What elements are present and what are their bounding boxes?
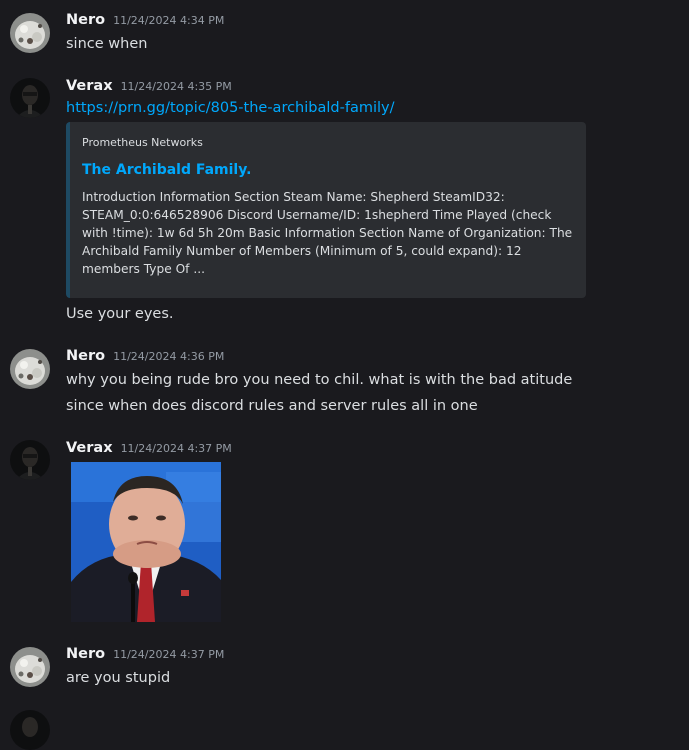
message-header: Nero 11/24/2024 4:36 PM xyxy=(66,348,224,368)
message-text: since when xyxy=(66,36,148,52)
timestamp: 11/24/2024 4:37 PM xyxy=(120,442,232,455)
message-text: Use your eyes. xyxy=(66,306,174,322)
message-text: why you being rude bro you need to chil.… xyxy=(66,372,573,388)
username[interactable]: Nero xyxy=(66,12,105,28)
avatar[interactable] xyxy=(10,78,50,118)
image-attachment[interactable] xyxy=(71,462,221,622)
avatar[interactable] xyxy=(10,440,50,480)
username[interactable]: Verax xyxy=(66,440,113,456)
message-header: Nero 11/24/2024 4:34 PM xyxy=(66,12,224,32)
username[interactable]: Nero xyxy=(66,348,105,364)
embed-title[interactable]: The Archibald Family. xyxy=(82,161,574,179)
avatar[interactable] xyxy=(10,13,50,53)
message-text: are you stupid xyxy=(66,670,171,686)
avatar[interactable] xyxy=(10,710,50,750)
username[interactable]: Nero xyxy=(66,646,105,662)
topic-link[interactable]: https://prn.gg/topic/805-the-archibald-f… xyxy=(66,100,394,116)
timestamp: 11/24/2024 4:36 PM xyxy=(113,350,225,363)
message-header: Nero 11/24/2024 4:37 PM xyxy=(66,646,224,666)
timestamp: 11/24/2024 4:34 PM xyxy=(113,14,225,27)
username[interactable]: Verax xyxy=(66,78,113,94)
message-header: Verax 11/24/2024 4:37 PM xyxy=(66,440,232,460)
link-embed: Prometheus Networks The Archibald Family… xyxy=(66,122,586,298)
timestamp: 11/24/2024 4:35 PM xyxy=(120,80,232,93)
embed-description: Introduction Information Section Steam N… xyxy=(82,190,573,276)
timestamp: 11/24/2024 4:37 PM xyxy=(113,648,225,661)
avatar[interactable] xyxy=(10,349,50,389)
message-link-line: https://prn.gg/topic/805-the-archibald-f… xyxy=(66,98,394,118)
avatar[interactable] xyxy=(10,647,50,687)
image-attachment-icon xyxy=(71,462,221,622)
embed-provider[interactable]: Prometheus Networks xyxy=(82,136,574,150)
message-text: since when does discord rules and server… xyxy=(66,398,478,414)
message-header: Verax 11/24/2024 4:35 PM xyxy=(66,78,232,98)
